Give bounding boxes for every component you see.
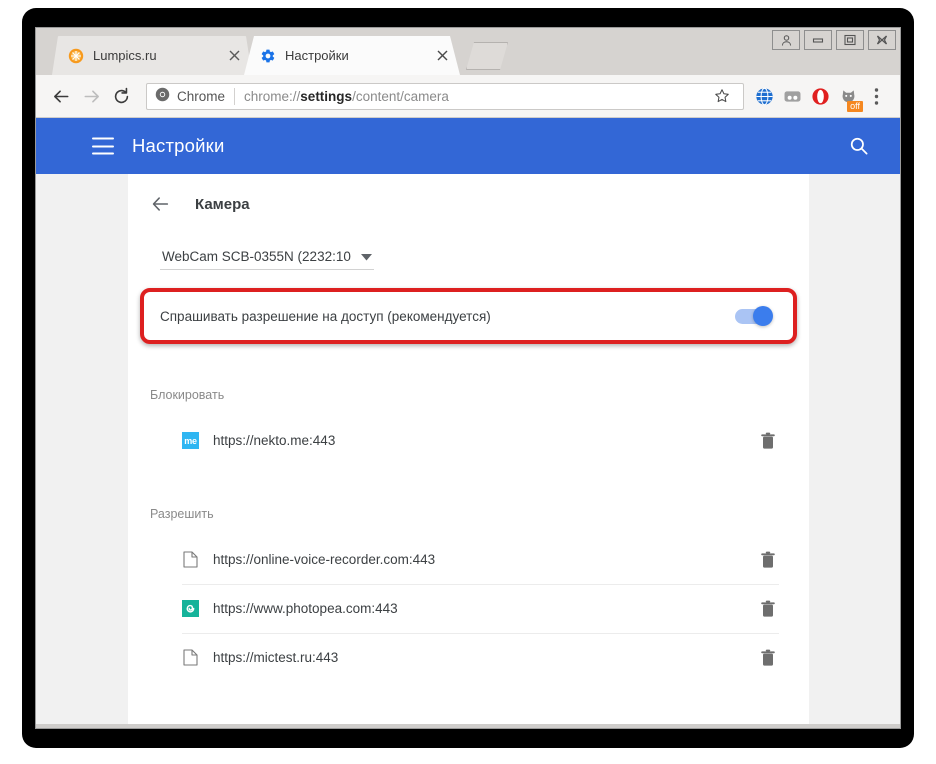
user-profile-button[interactable] [772, 30, 800, 50]
extension-off-badge: off [847, 101, 863, 112]
two-dots-extension-icon[interactable] [778, 82, 806, 110]
nekto-me-icon: me [182, 432, 199, 449]
site-url: https://online-voice-recorder.com:443 [213, 552, 435, 567]
screenshot-root: Lumpics.ru Настройки [0, 0, 936, 764]
globe-extension-icon[interactable] [750, 82, 778, 110]
page-title: Настройки [132, 135, 225, 157]
blue-gear-icon [260, 48, 276, 64]
url-prefix: chrome:// [244, 89, 300, 104]
cat-extension-icon[interactable]: off [834, 82, 862, 110]
window-controls [772, 30, 896, 50]
ask-permission-highlight-wrapper: Спрашивать разрешение на доступ (рекомен… [140, 288, 797, 344]
section-title-block: Блокировать [128, 388, 809, 402]
site-url: https://www.photopea.com:443 [213, 601, 398, 616]
generic-page-icon [182, 649, 199, 666]
site-url: https://nekto.me:443 [213, 433, 335, 448]
subpage-title: Камера [195, 196, 250, 213]
three-dots-menu-icon[interactable] [862, 82, 890, 110]
reload-icon[interactable] [106, 81, 136, 111]
ask-permission-toggle[interactable] [735, 309, 771, 324]
forward-arrow-icon [76, 81, 106, 111]
new-tab-button[interactable] [466, 42, 508, 70]
search-icon[interactable] [846, 133, 872, 159]
list-item[interactable]: https://mictest.ru:443 [128, 633, 809, 682]
security-scheme-label: Chrome [177, 89, 225, 104]
chrome-logo-icon [155, 87, 171, 105]
trash-icon[interactable] [757, 549, 779, 571]
settings-page-background: Камера WebCam SCB-0355N (2232:10 Спрашив… [36, 174, 900, 728]
section-allow: Разрешить https://online-voice-recorder.… [128, 507, 809, 682]
browser-tab-lumpics[interactable]: Lumpics.ru [52, 36, 252, 75]
browser-tab-settings[interactable]: Настройки [244, 36, 460, 75]
address-bar-url: chrome://settings/content/camera [244, 89, 449, 104]
camera-device-select[interactable]: WebCam SCB-0355N (2232:10 [160, 249, 374, 270]
url-suffix: /content/camera [352, 89, 449, 104]
subpage-header: Камера [128, 174, 809, 234]
chrome-browser-window: Lumpics.ru Настройки [36, 28, 900, 728]
tab-title: Настройки [285, 48, 349, 63]
camera-device-value: WebCam SCB-0355N (2232:10 [162, 249, 351, 264]
photopea-icon [182, 600, 199, 617]
camera-settings-card: Камера WebCam SCB-0355N (2232:10 Спрашив… [128, 174, 809, 728]
omnibox-divider [234, 88, 235, 105]
ask-permission-label: Спрашивать разрешение на доступ (рекомен… [160, 309, 491, 324]
ask-permission-row[interactable]: Спрашивать разрешение на доступ (рекомен… [140, 288, 797, 344]
toggle-knob [753, 306, 773, 326]
orange-slice-icon [68, 48, 84, 64]
section-block: Блокировать me https://nekto.me:443 [128, 388, 809, 465]
close-icon[interactable] [432, 46, 452, 66]
tab-title: Lumpics.ru [93, 48, 157, 63]
maximize-button[interactable] [836, 30, 864, 50]
generic-page-icon [182, 551, 199, 568]
blocked-site-list: me https://nekto.me:443 [128, 416, 809, 465]
window-bottom-edge [36, 724, 900, 728]
tab-strip: Lumpics.ru Настройки [36, 28, 900, 75]
trash-icon[interactable] [757, 647, 779, 669]
list-item[interactable]: me https://nekto.me:443 [128, 416, 809, 465]
back-arrow-icon[interactable] [148, 191, 174, 217]
back-arrow-icon[interactable] [46, 81, 76, 111]
trash-icon[interactable] [757, 430, 779, 452]
list-item[interactable]: https://online-voice-recorder.com:443 [128, 535, 809, 584]
address-bar[interactable]: Chrome chrome://settings/content/camera [146, 83, 744, 110]
url-emphasis: settings [300, 89, 352, 104]
star-icon[interactable] [709, 83, 735, 109]
close-icon[interactable] [224, 46, 244, 66]
settings-app-header: Настройки [36, 118, 900, 174]
camera-device-row: WebCam SCB-0355N (2232:10 [128, 234, 809, 270]
section-title-allow: Разрешить [128, 507, 809, 521]
opera-extension-icon[interactable] [806, 82, 834, 110]
trash-icon[interactable] [757, 598, 779, 620]
close-button[interactable] [868, 30, 896, 50]
site-url: https://mictest.ru:443 [213, 650, 338, 665]
chevron-down-icon [361, 253, 372, 261]
browser-toolbar: Chrome chrome://settings/content/camera [36, 75, 900, 118]
hamburger-menu-icon[interactable] [92, 138, 114, 155]
minimize-button[interactable] [804, 30, 832, 50]
list-item[interactable]: https://www.photopea.com:443 [128, 584, 809, 633]
allowed-site-list: https://online-voice-recorder.com:443 ht… [128, 535, 809, 682]
